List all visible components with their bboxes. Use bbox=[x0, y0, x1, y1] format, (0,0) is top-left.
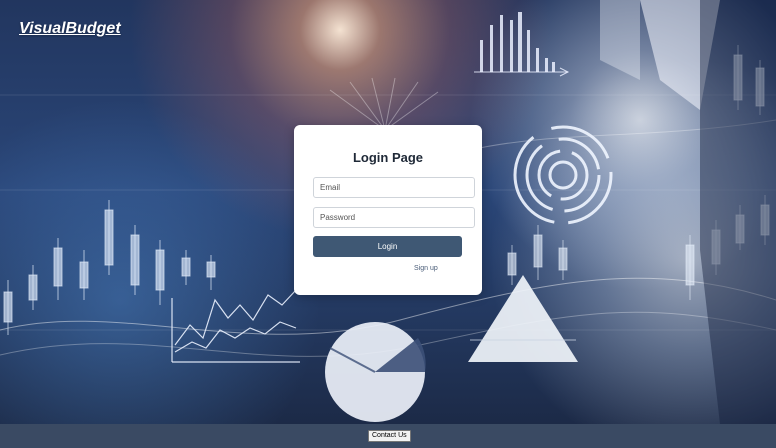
email-field[interactable] bbox=[313, 177, 475, 198]
password-field[interactable] bbox=[313, 207, 475, 228]
footer: Contact Us bbox=[0, 424, 776, 448]
page-title: Login Page bbox=[352, 150, 424, 165]
signup-link[interactable]: Sign up bbox=[414, 265, 438, 272]
login-card: Login Page Login Sign up bbox=[294, 125, 482, 295]
brand-logo[interactable]: VisualBudget bbox=[19, 20, 121, 38]
login-button[interactable]: Login bbox=[313, 236, 462, 257]
contact-us-button[interactable]: Contact Us bbox=[368, 430, 411, 442]
